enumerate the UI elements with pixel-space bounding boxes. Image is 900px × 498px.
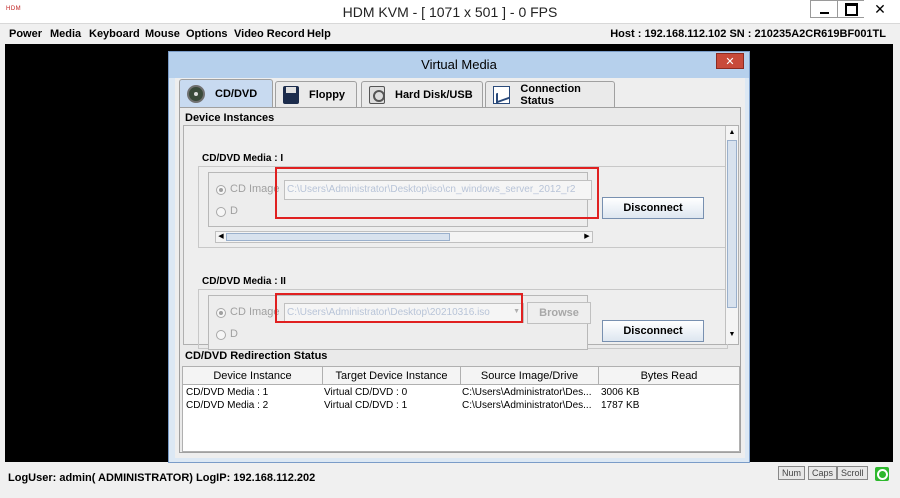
scroll-thumb[interactable] bbox=[226, 233, 450, 241]
media-1-label: CD/DVD Media : I bbox=[202, 153, 284, 164]
media-1-cd-image-label: CD Image bbox=[230, 183, 280, 195]
menu-bar: Power Media Keyboard Mouse Options Video… bbox=[0, 24, 900, 44]
media-1-drive-radio[interactable] bbox=[216, 207, 226, 217]
dialog-title: Virtual Media bbox=[421, 57, 497, 72]
column-header-target-device[interactable]: Target Device Instance bbox=[323, 367, 461, 385]
floppy-icon bbox=[283, 85, 299, 104]
menu-media[interactable]: Media bbox=[50, 28, 81, 40]
dialog-close-button[interactable]: ✕ bbox=[716, 53, 744, 69]
tab-label: Floppy bbox=[309, 88, 346, 101]
media-2-drive-label: D bbox=[230, 328, 238, 340]
hard-disk-icon bbox=[369, 85, 385, 104]
chart-icon bbox=[493, 85, 511, 104]
redirection-status-heading: CD/DVD Redirection Status bbox=[185, 350, 328, 362]
media-2-label: CD/DVD Media : II bbox=[202, 276, 286, 287]
window-title: HDM KVM - [ 1071 x 501 ] - 0 FPS bbox=[342, 4, 558, 20]
table-cell: 3006 KB bbox=[601, 387, 640, 398]
table-cell: Virtual CD/DVD : 0 bbox=[324, 387, 408, 398]
close-icon: ✕ bbox=[874, 1, 886, 17]
media-1-drive-label: D bbox=[230, 205, 238, 217]
device-instances-vertical-scrollbar[interactable]: ▲ ▼ bbox=[725, 126, 738, 344]
status-bar: LogUser: admin( ADMINISTRATOR) LogIP: 19… bbox=[0, 462, 900, 498]
scroll-down-icon[interactable]: ▼ bbox=[727, 330, 737, 340]
table-cell: Virtual CD/DVD : 1 bbox=[324, 400, 408, 411]
scroll-lock-indicator: Scroll bbox=[837, 466, 868, 480]
tab-hard-disk-usb[interactable]: Hard Disk/USB bbox=[361, 81, 483, 107]
media-2-drive-radio[interactable] bbox=[216, 330, 226, 340]
cd-dvd-panel: Device Instances CD/DVD Media : I CD Ima… bbox=[179, 107, 741, 453]
close-window-button[interactable]: ✕ bbox=[864, 0, 896, 18]
table-cell: C:\Users\Administrator\Des... bbox=[462, 400, 592, 411]
menu-mouse[interactable]: Mouse bbox=[145, 28, 180, 40]
minimize-button[interactable] bbox=[810, 0, 838, 18]
window-title-bar: HDM HDM KVM - [ 1071 x 501 ] - 0 FPS ✕ bbox=[0, 0, 900, 24]
tab-label: Hard Disk/USB bbox=[395, 88, 473, 101]
scroll-right-icon[interactable]: ▶ bbox=[582, 232, 592, 242]
column-header-bytes-read[interactable]: Bytes Read bbox=[599, 367, 739, 385]
device-instances-scroll-area: CD/DVD Media : I CD Image D C:\Users\Adm… bbox=[183, 125, 739, 350]
media-2-browse-button[interactable]: Browse bbox=[527, 302, 591, 324]
tab-connection-status[interactable]: Connection Status bbox=[485, 81, 615, 107]
table-cell: 1787 KB bbox=[601, 400, 640, 411]
scroll-up-icon[interactable]: ▲ bbox=[727, 128, 737, 138]
table-cell: C:\Users\Administrator\Des... bbox=[462, 387, 592, 398]
caps-lock-indicator: Caps bbox=[808, 466, 838, 480]
media-2-cd-image-radio[interactable] bbox=[216, 308, 226, 318]
virtual-media-dialog: Virtual Media ✕ CD/DVD Floppy Hard Disk/… bbox=[168, 51, 750, 463]
dialog-content: CD/DVD Floppy Hard Disk/USB Connection S… bbox=[175, 78, 745, 458]
cd-icon bbox=[187, 84, 205, 103]
menu-options[interactable]: Options bbox=[186, 28, 228, 40]
menu-help[interactable]: Help bbox=[307, 28, 331, 40]
scroll-thumb[interactable] bbox=[727, 140, 737, 308]
power-icon bbox=[875, 467, 889, 481]
tab-cd-dvd[interactable]: CD/DVD bbox=[179, 79, 273, 107]
menu-power[interactable]: Power bbox=[9, 28, 42, 40]
menu-video-record[interactable]: Video Record bbox=[234, 28, 305, 40]
maximize-button[interactable] bbox=[837, 0, 865, 18]
table-cell: CD/DVD Media : 2 bbox=[186, 400, 269, 411]
host-info: Host : 192.168.112.102 SN : 210235A2CR61… bbox=[610, 28, 886, 40]
close-icon: ✕ bbox=[725, 55, 735, 68]
scroll-left-icon[interactable]: ◀ bbox=[216, 232, 226, 242]
table-cell: CD/DVD Media : 1 bbox=[186, 387, 269, 398]
highlight-box bbox=[275, 167, 599, 219]
menu-keyboard[interactable]: Keyboard bbox=[89, 28, 140, 40]
device-instances-heading: Device Instances bbox=[185, 112, 275, 124]
media-2-disconnect-button[interactable]: Disconnect bbox=[602, 320, 704, 342]
redirection-status-table: Device Instance Target Device Instance S… bbox=[182, 366, 740, 452]
column-header-source-image[interactable]: Source Image/Drive bbox=[461, 367, 599, 385]
tab-label: CD/DVD bbox=[215, 87, 258, 100]
login-info: LogUser: admin( ADMINISTRATOR) LogIP: 19… bbox=[8, 472, 316, 484]
column-header-device-instance[interactable]: Device Instance bbox=[183, 367, 323, 385]
tab-floppy[interactable]: Floppy bbox=[275, 81, 357, 107]
num-lock-indicator: Num bbox=[778, 466, 806, 480]
media-1-horizontal-scrollbar[interactable]: ◀ ▶ bbox=[215, 231, 593, 243]
tab-label: Connection Status bbox=[520, 82, 581, 107]
media-1-disconnect-button[interactable]: Disconnect bbox=[602, 197, 704, 219]
highlight-box bbox=[275, 293, 523, 323]
media-1-cd-image-radio[interactable] bbox=[216, 185, 226, 195]
media-2-cd-image-label: CD Image bbox=[230, 306, 280, 318]
dialog-title-bar: Virtual Media ✕ bbox=[169, 52, 749, 78]
